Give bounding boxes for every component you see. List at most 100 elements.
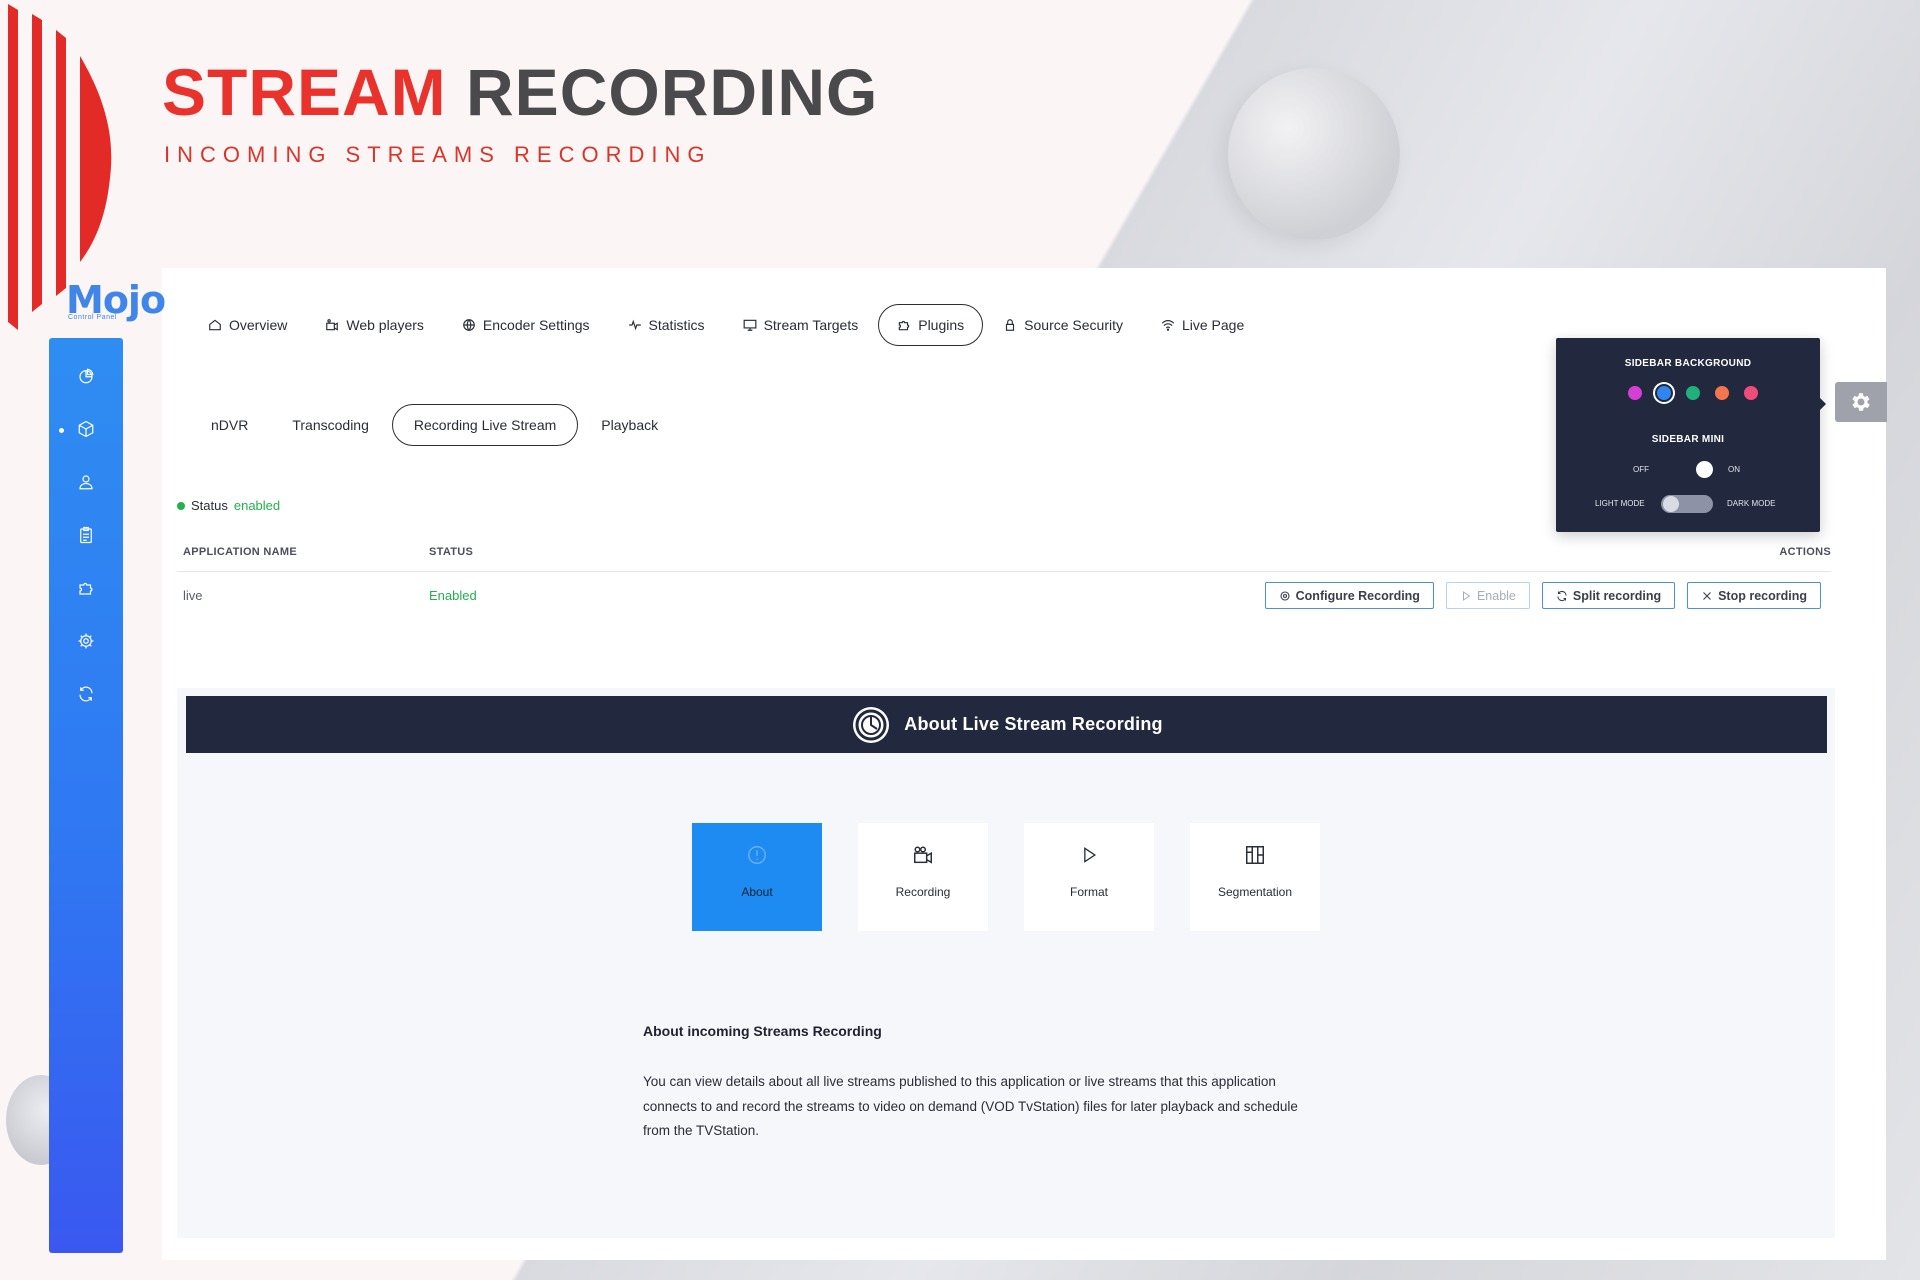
gear-icon[interactable] <box>74 629 98 653</box>
play-icon <box>1077 843 1101 867</box>
recording-badge-icon <box>853 706 890 743</box>
puzzle-icon <box>898 320 910 331</box>
subtab-ndvr[interactable]: nDVR <box>190 404 269 446</box>
top-navigation: Overview Web players Encoder Settings St… <box>190 304 1264 346</box>
status-prefix: Status <box>191 498 228 513</box>
swatch-blue[interactable] <box>1655 384 1673 402</box>
settings-toggle-button[interactable] <box>1835 382 1887 422</box>
segments-icon <box>1243 843 1267 867</box>
sidebar-active-indicator <box>59 428 64 433</box>
page-headline: STREAM RECORDING <box>162 52 878 132</box>
globe-icon <box>463 319 475 332</box>
off-label: OFF <box>1633 465 1649 474</box>
player-icon <box>326 319 339 331</box>
tab-label: Statistics <box>648 317 705 333</box>
about-heading: About incoming Streams Recording <box>643 1023 882 1039</box>
enable-button[interactable]: Enable <box>1445 582 1530 609</box>
tab-overview[interactable]: Overview <box>190 304 305 346</box>
tab-label: Stream Targets <box>763 317 859 333</box>
tab-plugins[interactable]: Plugins <box>878 304 984 346</box>
play-icon <box>1462 590 1471 601</box>
close-icon <box>1703 591 1711 600</box>
button-label: Split recording <box>1572 588 1662 603</box>
tile-format[interactable]: Format <box>1024 823 1154 931</box>
refresh-icon <box>1557 590 1567 601</box>
tile-about[interactable]: About <box>692 823 822 931</box>
tab-live-page[interactable]: Live Page <box>1143 304 1262 346</box>
configure-recording-button[interactable]: Configure Recording <box>1264 582 1434 609</box>
settings-popover: SIDEBAR BACKGROUND SIDEBAR MINI OFF ON L… <box>1556 338 1826 532</box>
background-circle <box>1228 68 1400 240</box>
sidebar-background-label: SIDEBAR BACKGROUND <box>1624 358 1752 369</box>
home-icon <box>209 319 221 331</box>
puzzle-icon[interactable] <box>74 576 98 600</box>
monitor-icon <box>743 319 756 331</box>
lock-icon <box>1006 319 1015 331</box>
subtab-playback[interactable]: Playback <box>580 404 679 446</box>
swatch-pink[interactable] <box>1742 384 1760 402</box>
dashboard-icon[interactable] <box>74 364 98 388</box>
tab-source-security[interactable]: Source Security <box>985 304 1141 346</box>
refresh-icon[interactable] <box>74 682 98 706</box>
dark-mode-toggle[interactable] <box>1661 495 1713 513</box>
tab-statistics[interactable]: Statistics <box>610 304 723 346</box>
logo-subtext: Control Panel <box>68 314 117 321</box>
tab-label: Overview <box>229 317 288 333</box>
page-subtitle: INCOMING STREAMS RECORDING <box>164 142 712 167</box>
subtab-transcoding[interactable]: Transcoding <box>271 404 390 446</box>
camera-icon <box>911 843 935 867</box>
status-dot <box>177 501 185 510</box>
info-icon <box>745 843 769 867</box>
light-mode-label: LIGHT MODE <box>1595 499 1645 508</box>
tab-stream-targets[interactable]: Stream Targets <box>725 304 877 346</box>
tab-web-players[interactable]: Web players <box>307 304 442 346</box>
popover-arrow <box>1820 398 1826 410</box>
tab-label: Plugins <box>918 317 965 333</box>
tile-segmentation[interactable]: Segmentation <box>1190 823 1320 931</box>
tile-label: Recording <box>895 885 951 899</box>
tile-label: About <box>741 885 773 899</box>
swatch-green[interactable] <box>1684 384 1702 402</box>
table-header: APPLICATION NAME STATUS ACTIONS <box>177 544 1831 572</box>
headline-red: STREAM <box>162 55 447 129</box>
sidebar-mini-label: SIDEBAR MINI <box>1651 434 1725 445</box>
tile-label: Format <box>1069 885 1108 899</box>
gear-icon <box>1852 393 1870 411</box>
table-row: live Enabled Configure Recording Enable … <box>177 582 1831 610</box>
cell-application-name: live <box>183 588 203 603</box>
split-recording-button[interactable]: Split recording <box>1541 582 1676 609</box>
clipboard-icon[interactable] <box>74 523 98 547</box>
button-label: Configure Recording <box>1295 588 1420 603</box>
tile-label: Segmentation <box>1217 885 1293 899</box>
sub-navigation: nDVR Transcoding Recording Live Stream P… <box>190 404 681 446</box>
on-label: ON <box>1728 465 1740 474</box>
stop-recording-button[interactable]: Stop recording <box>1687 582 1821 609</box>
swatch-magenta[interactable] <box>1626 384 1644 402</box>
about-panel: About Live Stream Recording About Record… <box>177 688 1835 1238</box>
status-value: enabled <box>233 498 281 513</box>
status-indicator: Status enabled <box>177 498 280 513</box>
tab-encoder-settings[interactable]: Encoder Settings <box>444 304 608 346</box>
about-header-bar: About Live Stream Recording <box>186 696 1827 753</box>
swatch-orange[interactable] <box>1713 384 1731 402</box>
button-label: Enable <box>1476 588 1516 603</box>
subtab-recording-live-stream[interactable]: Recording Live Stream <box>391 404 579 446</box>
sidebar-mini-toggle[interactable] <box>1696 461 1713 478</box>
user-icon[interactable] <box>74 470 98 494</box>
column-header-status: STATUS <box>429 546 474 558</box>
tab-label: Source Security <box>1024 317 1123 333</box>
headline-grey: RECORDING <box>466 55 879 129</box>
tab-label: Web players <box>346 317 424 333</box>
column-header-application-name: APPLICATION NAME <box>183 546 297 558</box>
about-title: About Live Stream Recording <box>904 714 1163 734</box>
column-header-actions: ACTIONS <box>1779 546 1831 558</box>
cube-icon[interactable] <box>74 417 98 441</box>
gear-icon <box>1280 590 1290 601</box>
color-swatches <box>1626 384 1760 402</box>
tab-label: Encoder Settings <box>482 317 590 333</box>
brand-logo[interactable]: Mojo Control Panel <box>66 280 166 324</box>
wifi-icon <box>1161 320 1175 331</box>
button-label: Stop recording <box>1718 588 1807 603</box>
tile-recording[interactable]: Recording <box>858 823 988 931</box>
cell-status: Enabled <box>429 588 477 603</box>
